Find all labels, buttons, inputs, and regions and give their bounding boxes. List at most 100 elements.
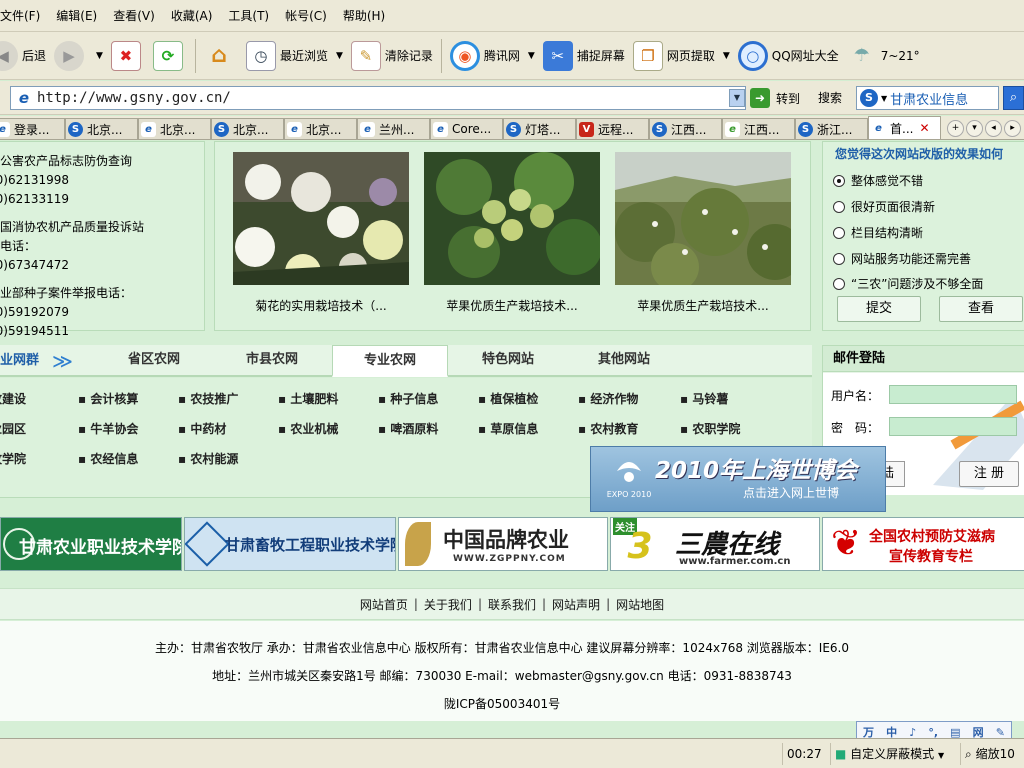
- qq-sites-button[interactable]: ○ QQ网址大全: [734, 34, 843, 78]
- radio-selected-icon[interactable]: [833, 174, 845, 187]
- radio-icon[interactable]: [833, 277, 845, 290]
- browser-tab[interactable]: e 登录...: [0, 118, 65, 139]
- net-group-link[interactable]: ▪ 啤酒原料: [378, 420, 438, 437]
- net-group-link[interactable]: 业园区: [0, 420, 26, 437]
- footer-link-sitemap[interactable]: 网站地图: [616, 596, 664, 613]
- radio-icon[interactable]: [833, 252, 845, 265]
- browser-tab[interactable]: S 北京...: [65, 118, 138, 139]
- net-group-link[interactable]: ▪ 植保植检: [478, 390, 538, 407]
- banner-china-brand-agri[interactable]: 中国品牌农业 WWW.ZGPPNY.COM: [398, 517, 608, 571]
- poll-option[interactable]: 栏目结构清晰: [833, 224, 923, 241]
- net-group-link[interactable]: ▪ 农村教育: [578, 420, 638, 437]
- footer-link-statement[interactable]: 网站声明: [552, 596, 600, 613]
- net-group-link[interactable]: ▪ 草原信息: [478, 420, 538, 437]
- net-group-link[interactable]: ▪ 农业机械: [278, 420, 338, 437]
- password-field[interactable]: [889, 417, 1017, 436]
- recent-browse-button[interactable]: ◷ 最近浏览 ▼: [242, 34, 347, 78]
- tab-professional[interactable]: 专业农网: [332, 345, 448, 377]
- net-group-link[interactable]: 政建设: [0, 390, 26, 407]
- chevron-down-icon[interactable]: ▼: [881, 94, 887, 103]
- new-tab-icon[interactable]: +: [947, 120, 964, 137]
- tab-featured[interactable]: 特色网站: [450, 345, 566, 377]
- browser-tab[interactable]: V 远程...: [576, 118, 649, 139]
- net-group-link[interactable]: ▪ 农职学院: [680, 420, 740, 437]
- home-button[interactable]: ⌂: [200, 34, 242, 78]
- net-group-link[interactable]: ▪ 农技推广: [178, 390, 238, 407]
- menu-account[interactable]: 帐号(C): [277, 0, 335, 32]
- stop-button[interactable]: ✖: [107, 34, 149, 78]
- tab-province[interactable]: 省区农网: [96, 345, 212, 377]
- tab-other[interactable]: 其他网站: [566, 345, 682, 377]
- poll-submit-button[interactable]: 提交: [837, 296, 921, 322]
- refresh-button[interactable]: ⟳: [149, 34, 191, 78]
- menu-edit[interactable]: 编辑(E): [48, 0, 105, 32]
- contact-line[interactable]: 中国消协农机产品质量投诉站: [0, 218, 204, 237]
- status-zoom[interactable]: ⌕ 缩放10: [960, 743, 1019, 765]
- search-button[interactable]: ⌕: [1003, 86, 1024, 110]
- radio-icon[interactable]: [833, 200, 845, 213]
- net-group-link[interactable]: ▪ 农经信息: [78, 450, 138, 467]
- screen-capture-button[interactable]: ✂ 捕捉屏幕: [539, 34, 629, 78]
- browser-tab[interactable]: e 江西...: [722, 118, 795, 139]
- search-input[interactable]: S ▼ 甘肃农业信息: [856, 86, 999, 110]
- ime-punct-icon[interactable]: °,: [928, 726, 938, 739]
- net-group-link[interactable]: ▪ 马铃薯: [680, 390, 728, 407]
- chevron-down-icon[interactable]: ▼: [528, 51, 535, 61]
- browser-tab[interactable]: S 灯塔...: [503, 118, 576, 139]
- photo-caption[interactable]: 苹果优质生产栽培技术...: [424, 297, 600, 314]
- footer-link-about[interactable]: 关于我们: [424, 596, 472, 613]
- menu-help[interactable]: 帮助(H): [335, 0, 393, 32]
- chevron-down-icon[interactable]: ▼: [729, 89, 745, 107]
- browser-tab[interactable]: S 浙江...: [795, 118, 868, 139]
- tencent-button[interactable]: ◉ 腾讯网 ▼: [446, 34, 539, 78]
- browser-tab[interactable]: S 江西...: [649, 118, 722, 139]
- poll-option[interactable]: 网站服务功能还需完善: [833, 250, 971, 267]
- ime-moon-icon[interactable]: ♪: [909, 726, 916, 739]
- browser-tab[interactable]: e Core...: [430, 118, 503, 139]
- footer-link-contact[interactable]: 联系我们: [488, 596, 536, 613]
- browser-tab[interactable]: e 兰州...: [357, 118, 430, 139]
- forward-button[interactable]: ▶ ▼: [50, 34, 107, 78]
- banner-farmer-online[interactable]: 关注 3 三農在线 www.farmer.com.cn: [610, 517, 820, 571]
- radio-icon[interactable]: [833, 226, 845, 239]
- register-button[interactable]: 注 册: [959, 461, 1019, 487]
- net-group-link[interactable]: ▪ 种子信息: [378, 390, 438, 407]
- menu-file[interactable]: 文件(F): [0, 0, 48, 32]
- ime-keyboard-icon[interactable]: ▤: [950, 726, 960, 739]
- banner-aids-prevention[interactable]: ❦ 全国农村预防艾滋病 宣传教育专栏: [822, 517, 1024, 571]
- poll-option[interactable]: 很好页面很清新: [833, 198, 935, 215]
- browser-tab[interactable]: e 北京...: [284, 118, 357, 139]
- browser-tab[interactable]: e 首... ✕: [868, 116, 941, 139]
- url-input[interactable]: e http://www.gsny.gov.cn/ ▼: [10, 86, 746, 110]
- close-tab-icon[interactable]: ✕: [919, 121, 929, 135]
- banner-gansu-agri-college[interactable]: 甘肃农业职业技术学院: [0, 517, 182, 571]
- ime-chinese-icon[interactable]: 中: [886, 724, 897, 738]
- go-button[interactable]: ➜ 转到: [750, 86, 800, 110]
- footer-link-home[interactable]: 网站首页: [360, 596, 408, 613]
- username-field[interactable]: [889, 385, 1017, 404]
- net-group-link[interactable]: ▪ 土壤肥料: [278, 390, 338, 407]
- browser-tab[interactable]: e 北京...: [138, 118, 211, 139]
- browser-tab[interactable]: S 北京...: [211, 118, 284, 139]
- net-group-link[interactable]: ▪ 中药材: [178, 420, 226, 437]
- tab-prev-icon[interactable]: ◂: [985, 120, 1002, 137]
- page-extract-button[interactable]: ❐ 网页提取 ▼: [629, 34, 734, 78]
- menu-favorites[interactable]: 收藏(A): [163, 0, 221, 32]
- apple-photo[interactable]: [424, 152, 600, 285]
- net-group-link[interactable]: ▪ 会计核算: [78, 390, 138, 407]
- ime-tool-icon[interactable]: ✎: [996, 726, 1005, 739]
- contact-line[interactable]: 无公害农产品标志防伪查询: [0, 152, 204, 171]
- status-filter-mode[interactable]: ■ 自定义屏蔽模式 ▼: [830, 743, 948, 765]
- banner-gansu-animal-college[interactable]: 甘肃畜牧工程职业技术学院: [184, 517, 396, 571]
- tab-next-icon[interactable]: ▸: [1004, 120, 1021, 137]
- apple-orchard-photo[interactable]: [615, 152, 791, 285]
- chrysanthemum-photo[interactable]: [233, 152, 409, 285]
- chevron-down-icon[interactable]: ▼: [723, 51, 730, 61]
- net-group-link[interactable]: ▪ 农村能源: [178, 450, 238, 467]
- net-group-link[interactable]: ▪ 经济作物: [578, 390, 638, 407]
- clear-history-button[interactable]: ✎ 清除记录: [347, 34, 437, 78]
- poll-option[interactable]: 整体感觉不错: [833, 172, 923, 189]
- photo-caption[interactable]: 苹果优质生产栽培技术...: [615, 297, 791, 314]
- menu-tools[interactable]: 工具(T): [220, 0, 277, 32]
- poll-view-button[interactable]: 查看: [939, 296, 1023, 322]
